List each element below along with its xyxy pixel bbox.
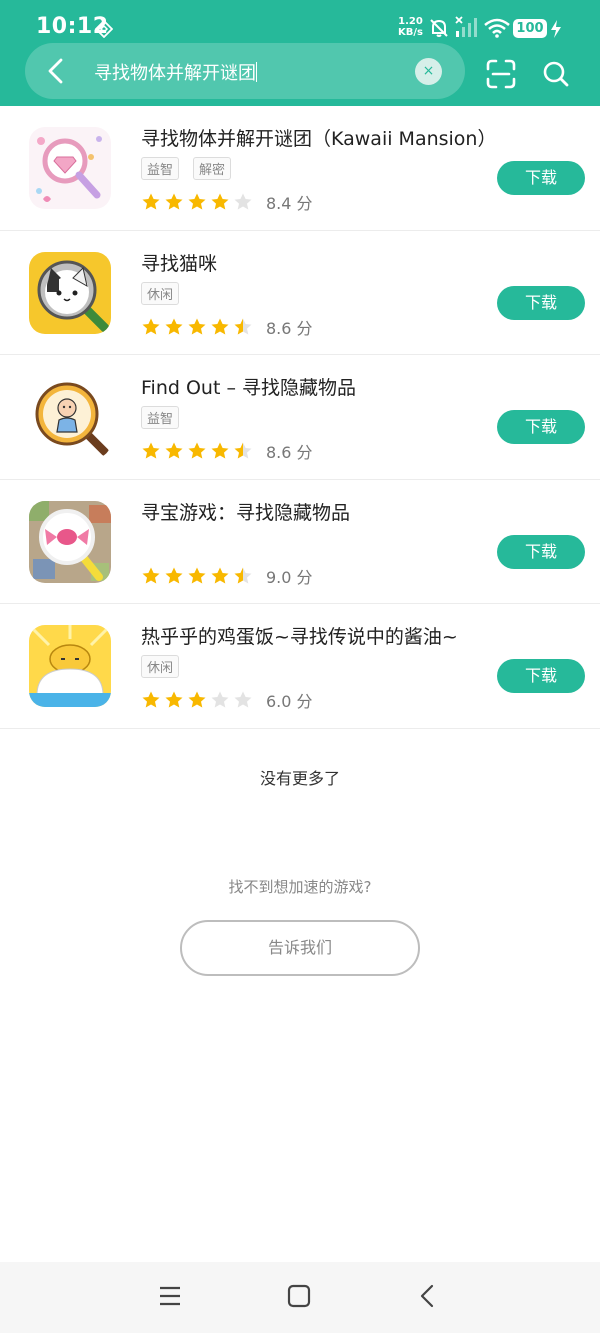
star-icon — [234, 193, 252, 210]
star-icon — [142, 442, 160, 459]
rating-score: 9.0 分 — [266, 567, 313, 587]
search-icon[interactable] — [542, 60, 570, 92]
rating-score: 6.0 分 — [266, 692, 313, 711]
back-arrow-icon[interactable] — [45, 57, 67, 89]
app-title: 热乎乎的鸡蛋饭~寻找传说中的酱油~ — [141, 626, 458, 648]
star-icon — [211, 318, 229, 334]
star-icon — [188, 442, 206, 459]
magnifier-diamond-icon — [29, 127, 111, 209]
star-icon — [165, 567, 183, 583]
star-icon — [188, 691, 206, 708]
star-icon — [165, 318, 183, 334]
search-input[interactable]: 寻找物体并解开谜团 — [94, 59, 257, 85]
tag: 休闲 — [141, 655, 180, 678]
tell-us-button[interactable]: 告诉我们 — [180, 920, 420, 976]
scan-icon[interactable] — [486, 59, 516, 93]
star-icon — [142, 691, 160, 708]
baby-magnifier-icon — [29, 376, 111, 458]
star-icon — [142, 193, 160, 210]
star-icon — [142, 567, 160, 583]
star-rating — [141, 317, 256, 337]
star-icon — [165, 193, 183, 210]
result-item[interactable]: 寻宝游戏：寻找隐藏物品 9.0 分 下载 — [0, 480, 600, 604]
bell-muted-icon — [428, 17, 450, 43]
tag-list: 休闲 — [141, 281, 193, 305]
download-button[interactable]: 下载 — [497, 659, 585, 693]
home-icon[interactable] — [287, 1284, 311, 1312]
star-icon — [188, 567, 206, 583]
back-icon[interactable] — [416, 1284, 440, 1312]
tag: 益智 — [141, 157, 180, 180]
header: 10:12 1.20 KB/s 100 寻找物体并解开谜团 × — [0, 0, 600, 106]
no-more-label: 没有更多了 — [259, 769, 340, 788]
star-icon — [188, 193, 206, 210]
tag: 益智 — [141, 406, 180, 429]
tag: 休闲 — [141, 281, 180, 305]
egg-rice-icon — [29, 625, 111, 707]
candy-magnifier-icon — [29, 500, 111, 583]
star-icon — [234, 691, 252, 708]
net-speed-value: 1.20 — [398, 16, 423, 27]
star-rating — [141, 441, 256, 461]
download-button[interactable]: 下载 — [497, 161, 585, 195]
download-button[interactable]: 下载 — [497, 285, 585, 320]
download-button[interactable]: 下载 — [497, 534, 585, 569]
app-title: 寻找物体并解开谜团（Kawaii Mansion） — [141, 128, 497, 150]
result-item[interactable]: 寻找物体并解开谜团（Kawaii Mansion） 益智 解密 8.4 分 下载 — [0, 106, 600, 231]
rating-score: 8.6 分 — [266, 318, 313, 338]
star-icon — [211, 193, 229, 210]
star-icon — [142, 318, 160, 334]
search-query: 寻找物体并解开谜团 — [94, 63, 256, 84]
star-icon — [211, 442, 229, 459]
rating: 8.4 分 — [141, 192, 313, 213]
not-found-label: 找不到想加速的游戏? — [228, 878, 372, 896]
text-caret — [256, 62, 257, 82]
tag: 解密 — [193, 157, 232, 180]
star-icon — [188, 318, 206, 334]
result-item[interactable]: 热乎乎的鸡蛋饭~寻找传说中的酱油~ 休闲 6.0 分 下载 — [0, 604, 600, 729]
star-rating — [141, 192, 256, 212]
menu-icon[interactable] — [158, 1284, 182, 1312]
net-speed: 1.20 KB/s — [398, 16, 423, 38]
result-item[interactable]: 寻找猫咪 休闲 8.6 分 下载 — [0, 231, 600, 355]
star-icon — [211, 567, 229, 583]
signal-icon — [455, 16, 479, 42]
app-title: 寻宝游戏：寻找隐藏物品 — [141, 501, 351, 524]
rating-score: 8.6 分 — [266, 443, 313, 462]
net-speed-unit: KB/s — [398, 27, 423, 38]
results-list: 寻找物体并解开谜团（Kawaii Mansion） 益智 解密 8.4 分 下载 … — [0, 106, 600, 729]
rating: 9.0 分 — [141, 566, 313, 587]
app-title: Find Out – 寻找隐藏物品 — [141, 377, 356, 399]
sim-icon — [94, 19, 114, 42]
download-button[interactable]: 下载 — [497, 410, 585, 444]
rating: 8.6 分 — [141, 317, 313, 338]
star-icon — [234, 318, 252, 334]
charging-bolt-icon — [550, 19, 562, 43]
star-icon — [211, 691, 229, 708]
system-nav-bar — [0, 1262, 600, 1333]
star-icon — [165, 691, 183, 708]
tag-list: 益智 — [141, 406, 193, 429]
tag-list: 益智 解密 — [141, 157, 245, 180]
tag-list: 休闲 — [141, 655, 193, 678]
rating: 8.6 分 — [141, 441, 313, 462]
star-rating — [141, 690, 256, 710]
star-icon — [165, 442, 183, 459]
clear-search-button[interactable]: × — [415, 58, 442, 85]
status-bar: 10:12 1.20 KB/s 100 — [0, 0, 600, 44]
search-bar: 寻找物体并解开谜团 × — [25, 43, 465, 99]
app-title: 寻找猫咪 — [141, 252, 218, 275]
cat-magnifier-icon — [29, 251, 111, 334]
rating-score: 8.4 分 — [266, 194, 313, 213]
star-icon — [234, 442, 252, 459]
wifi-icon — [484, 18, 510, 42]
rating: 6.0 分 — [141, 690, 313, 711]
battery-indicator: 100 — [513, 19, 547, 38]
star-icon — [234, 567, 252, 583]
star-rating — [141, 566, 256, 586]
result-item[interactable]: Find Out – 寻找隐藏物品 益智 8.6 分 下载 — [0, 355, 600, 480]
